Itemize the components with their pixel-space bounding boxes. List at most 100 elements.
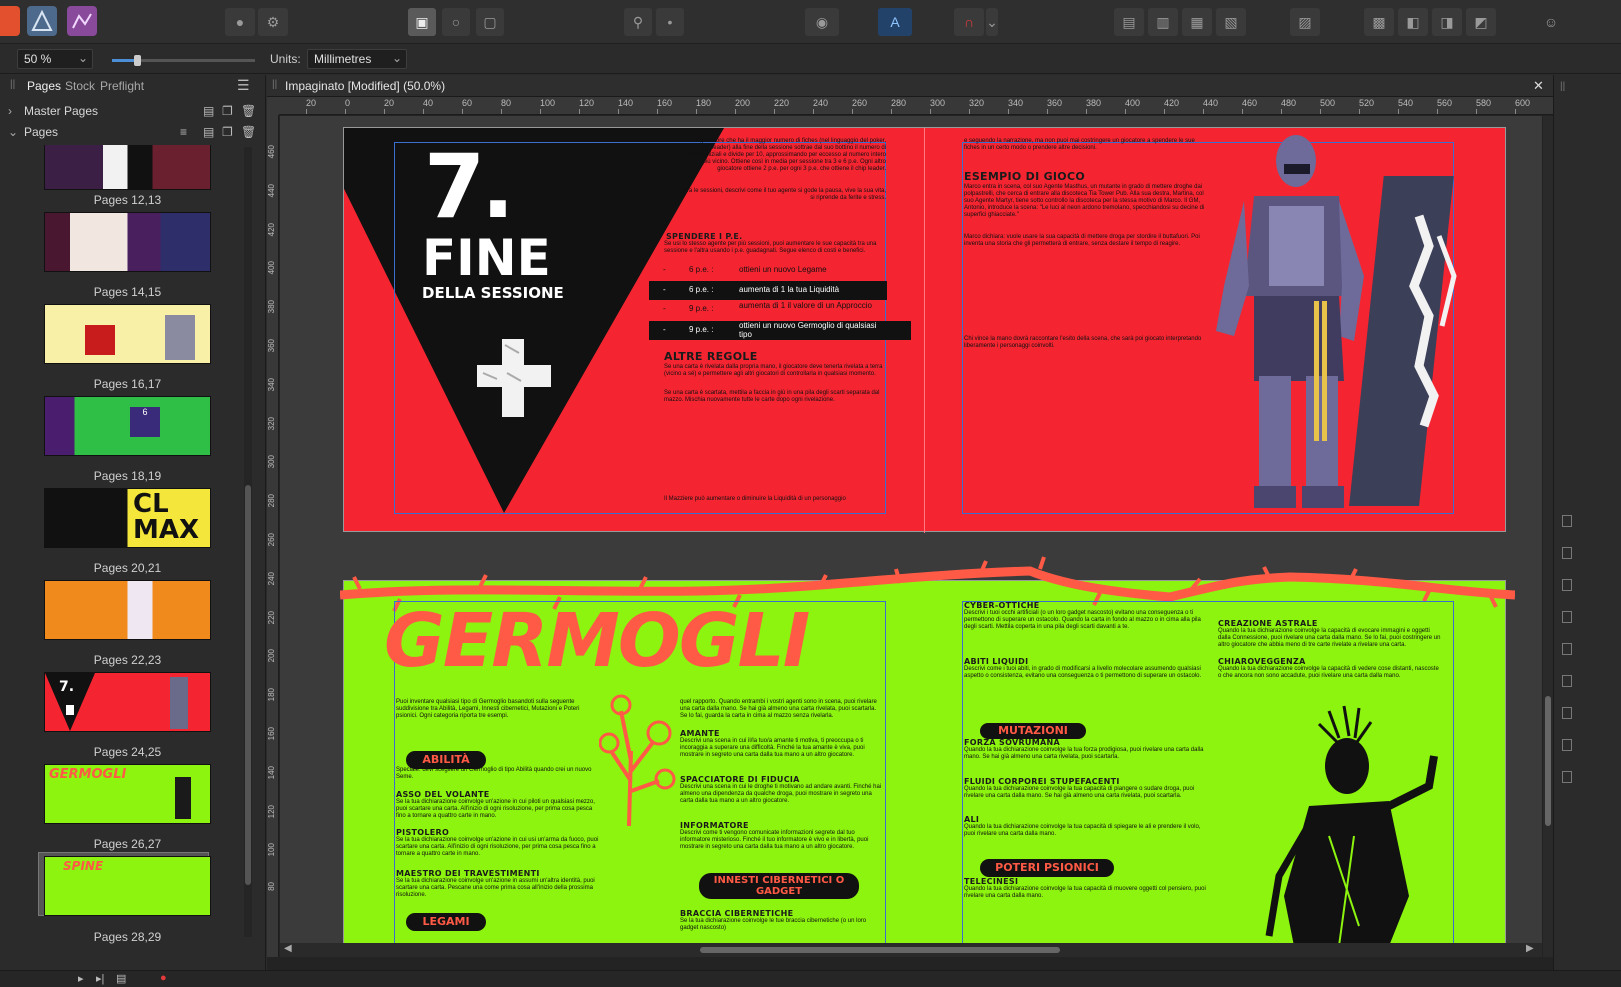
pages-section[interactable]: ⌄ Pages ≡ ▤ ❐ 🗑 xyxy=(0,121,266,143)
horizontal-scrollbar-thumb[interactable] xyxy=(700,947,1060,953)
intro-text-2: Tra le sessioni, descrivi come il tuo ag… xyxy=(683,188,886,201)
delete-master-icon[interactable]: 🗑 xyxy=(241,100,256,122)
status-warning-icon[interactable]: ● xyxy=(160,972,167,984)
armored-agent-illustration xyxy=(1216,135,1457,508)
thumbnail-scrollbar[interactable] xyxy=(244,147,252,937)
page-nav-menu-icon[interactable]: ▤ xyxy=(116,972,126,985)
add-page-icon[interactable]: ▤ xyxy=(203,121,214,143)
panel-icon[interactable] xyxy=(1562,611,1572,623)
align-icon[interactable]: ▤ xyxy=(1114,8,1144,36)
scroll-right-icon[interactable]: ▶ xyxy=(1526,943,1534,954)
pin-icon[interactable]: ⚲ xyxy=(624,8,652,36)
close-document-icon[interactable]: ✕ xyxy=(1533,78,1544,94)
flip-icon[interactable]: ◧ xyxy=(1398,8,1428,36)
panel-icon[interactable] xyxy=(1562,707,1572,719)
circle-tool-icon[interactable]: ○ xyxy=(442,8,470,36)
forza-text: Quando la tua dichiarazione coinvolge la… xyxy=(964,747,1204,760)
amante-text: Descrivi una scena in cui il/la tuo/a am… xyxy=(680,738,865,758)
zoom-slider-handle[interactable] xyxy=(134,55,141,66)
arrange-icon[interactable]: ▥ xyxy=(1148,8,1178,36)
ruler-tick xyxy=(891,109,892,114)
ruler-tick xyxy=(1086,109,1087,114)
view-mode-icon[interactable]: ● xyxy=(225,8,255,36)
thumbnail-pages-12-13[interactable] xyxy=(44,145,211,190)
tab-preflight[interactable]: Preflight xyxy=(100,79,144,93)
thumbnail-pages-20-21[interactable]: CL MAX xyxy=(44,488,211,548)
ruler-tick-label: 180 xyxy=(267,688,276,702)
ruler-tick-label: 80 xyxy=(501,98,512,108)
master-pages-section[interactable]: › Master Pages ▤ ❐ 🗑 xyxy=(0,100,266,122)
page-box-icon[interactable]: ▣ xyxy=(408,8,436,36)
assistant-icon[interactable]: ☺ xyxy=(1536,8,1566,36)
thumbnail-pages-28-29[interactable]: SPINE xyxy=(44,856,211,916)
delete-page-icon[interactable]: 🗑 xyxy=(241,121,256,143)
zoom-select[interactable]: 50 % ⌄ xyxy=(17,49,93,69)
thumbnail-pages-26-27[interactable]: GERMOGLI xyxy=(44,764,211,824)
amante-heading: AMANTE xyxy=(680,729,720,738)
scroll-left-icon[interactable]: ◀ xyxy=(284,943,292,954)
spread-26-27[interactable]: GERMOGLI Puoi inventare qualsiasi tipo d… xyxy=(340,556,1515,957)
ruler-tick-label: 180 xyxy=(696,98,712,108)
publisher-persona-icon[interactable] xyxy=(0,6,20,36)
document-tab[interactable]: || Impaginato [Modified] (50.0%) ✕ xyxy=(267,75,1553,97)
page-nav-first-icon[interactable]: ▸ xyxy=(78,972,84,985)
vertical-scrollbar-thumb[interactable] xyxy=(1545,696,1551,826)
thumbnail-pages-16-17[interactable] xyxy=(44,304,211,364)
page-options-icon[interactable]: ≡ xyxy=(180,121,187,143)
ruler-tick xyxy=(384,109,385,114)
transform-icon[interactable]: ▨ xyxy=(1290,8,1320,36)
tab-stock[interactable]: Stock xyxy=(65,79,95,93)
order-icon[interactable]: ▦ xyxy=(1182,8,1212,36)
duplicate-page-icon[interactable]: ❐ xyxy=(222,121,233,143)
snapping-magnet-icon[interactable]: ∩ xyxy=(954,8,984,36)
frame-tool-icon[interactable]: ▢ xyxy=(476,8,504,36)
boolean-icon[interactable]: ▩ xyxy=(1364,8,1394,36)
panel-menu-icon[interactable]: ☰ xyxy=(237,77,250,94)
text-frame-icon[interactable]: A xyxy=(878,8,912,36)
units-select[interactable]: Millimetres ⌄ xyxy=(307,49,407,69)
preview-eye-icon[interactable]: ◉ xyxy=(805,8,839,36)
canvas[interactable]: 7. FINE DELLA SESSIONE Il giocatore che … xyxy=(280,116,1542,957)
panel-grip-icon[interactable]: || xyxy=(10,79,15,90)
panel-icon[interactable] xyxy=(1562,739,1572,751)
thumbnail-pages-22-23[interactable] xyxy=(44,580,211,640)
photo-persona-icon[interactable] xyxy=(67,6,97,36)
spread-24-25[interactable]: 7. FINE DELLA SESSIONE Il giocatore che … xyxy=(343,127,1506,533)
rotate-icon[interactable]: ◨ xyxy=(1432,8,1462,36)
tab-grip-icon[interactable]: || xyxy=(272,79,277,90)
panel-icon[interactable] xyxy=(1562,643,1572,655)
panel-grip-icon[interactable]: || xyxy=(1560,81,1565,92)
panel-icon[interactable] xyxy=(1562,515,1572,527)
ruler-tick-label: 360 xyxy=(267,339,276,353)
thumbnail-scrollbar-thumb[interactable] xyxy=(245,485,251,885)
designer-persona-icon[interactable] xyxy=(27,6,57,36)
vertical-ruler[interactable]: 460 440 420 400 380 360 340 320 300 280 260 240 220 2… xyxy=(267,115,279,957)
ruler-origin[interactable] xyxy=(267,97,279,115)
panel-icon[interactable] xyxy=(1562,547,1572,559)
ruler-tick xyxy=(618,109,619,114)
panel-icon[interactable] xyxy=(1562,579,1572,591)
zoom-slider[interactable] xyxy=(112,55,255,66)
duplicate-master-icon[interactable]: ❐ xyxy=(222,100,233,122)
shear-icon[interactable]: ◩ xyxy=(1466,8,1496,36)
panel-icon[interactable] xyxy=(1562,771,1572,783)
thumbnail-pages-18-19[interactable]: 6 xyxy=(44,396,211,456)
thumbnail-pages-24-25[interactable]: 7. xyxy=(44,672,211,732)
ruler-tick-label: 420 xyxy=(1164,98,1180,108)
pages-chevron-down-icon[interactable]: ⌄ xyxy=(8,121,18,143)
tab-pages[interactable]: Pages xyxy=(27,79,61,93)
page-nav-last-icon[interactable]: ▸| xyxy=(96,972,104,985)
add-master-icon[interactable]: ▤ xyxy=(203,100,214,122)
master-chevron-right-icon[interactable]: › xyxy=(8,100,12,122)
panel-icon[interactable] xyxy=(1562,675,1572,687)
thumbnail-pages-14-15[interactable] xyxy=(44,212,211,272)
snapping-dropdown-chevron-icon[interactable]: ⌄ xyxy=(986,8,998,36)
horizontal-ruler[interactable]: 20 0 20 40 60 80 100 120 140 160 180 200 220 240 260 28… xyxy=(279,97,1553,115)
ruler-tick-label: 160 xyxy=(267,727,276,741)
group-icon[interactable]: ▧ xyxy=(1216,8,1246,36)
vertical-scrollbar[interactable] xyxy=(1543,116,1553,957)
settings-gear-icon[interactable]: ⚙ xyxy=(258,8,288,36)
esempio-heading: ESEMPIO DI GIOCO xyxy=(964,170,1085,183)
dot-icon[interactable]: • xyxy=(656,8,684,36)
horizontal-scrollbar[interactable]: ◀ ▶ xyxy=(280,943,1542,957)
